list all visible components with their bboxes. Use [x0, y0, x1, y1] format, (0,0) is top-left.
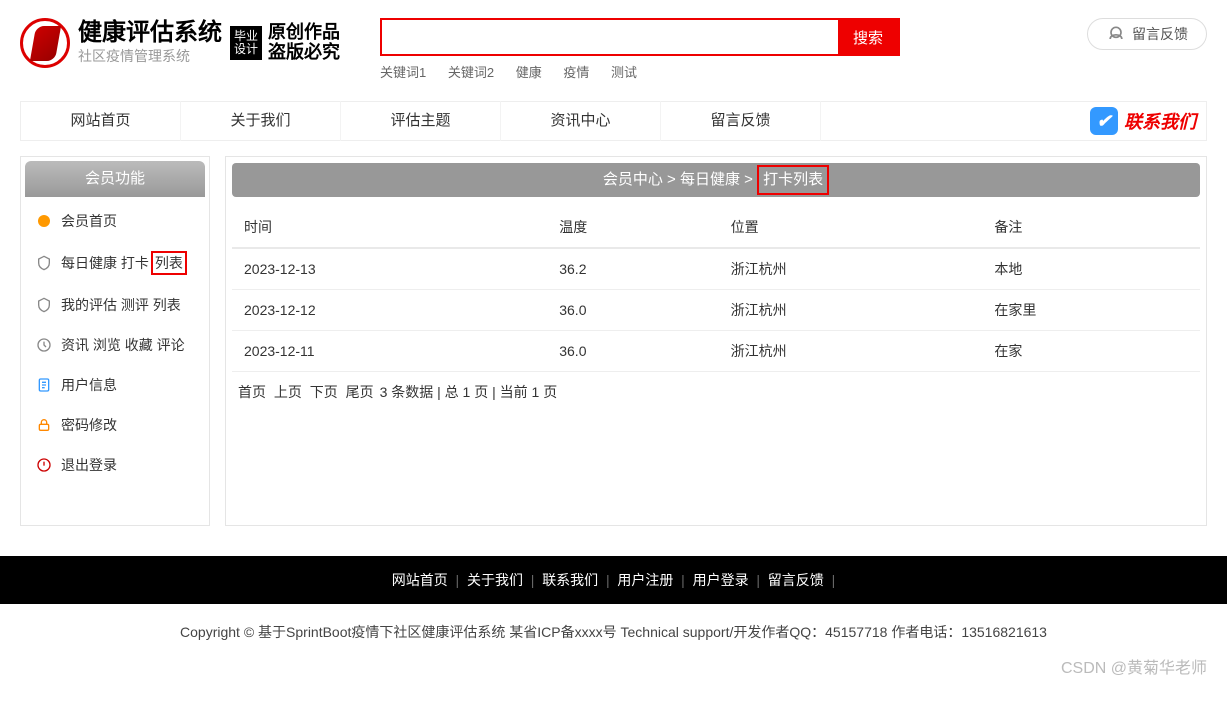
sidebar-item-news[interactable]: 资讯 浏览 收藏 评论	[21, 325, 209, 365]
pager-prev[interactable]: 上页	[274, 384, 302, 400]
logo-icon	[20, 18, 70, 68]
table-cell: 2023-12-11	[232, 331, 547, 372]
breadcrumb-current: 打卡列表	[757, 165, 829, 195]
watermark: CSDN @黄菊华老师	[0, 654, 1227, 688]
col-location: 位置	[719, 207, 983, 248]
main-nav: 网站首页 关于我们 评估主题 资讯中心 留言反馈 ✔ 联系我们	[20, 101, 1207, 141]
footer-nav: 网站首页 | 关于我们 | 联系我们 | 用户注册 | 用户登录 | 留言反馈 …	[0, 556, 1227, 604]
feedback-button[interactable]: 留言反馈	[1087, 18, 1207, 50]
power-icon	[35, 456, 53, 474]
footer-link[interactable]: 联系我们	[542, 572, 598, 588]
nav-about[interactable]: 关于我们	[181, 101, 341, 141]
search-button[interactable]: 搜索	[838, 20, 898, 54]
nav-news[interactable]: 资讯中心	[501, 101, 661, 141]
home-icon	[35, 212, 53, 230]
breadcrumb-part[interactable]: 会员中心	[603, 171, 663, 188]
footer-link[interactable]: 用户登录	[693, 572, 749, 588]
copyright: Copyright © 基于SprintBoot疫情下社区健康评估系统 某省IC…	[0, 604, 1227, 654]
sidebar-item-label: 我的评估 测评 列表	[61, 295, 181, 315]
footer-link[interactable]: 用户注册	[617, 572, 673, 588]
table-row: 2023-12-1236.0浙江杭州在家里	[232, 290, 1200, 331]
col-time: 时间	[232, 207, 547, 248]
table-cell: 本地	[982, 248, 1200, 290]
member-sidebar: 会员功能 会员首页 每日健康 打卡 列表 我的评估 测评 列表 资讯 浏览 收藏…	[20, 156, 210, 526]
pager-next[interactable]: 下页	[310, 384, 338, 400]
sidebar-item-daily-health[interactable]: 每日健康 打卡 列表	[21, 241, 209, 285]
keyword-link[interactable]: 关键词2	[448, 65, 494, 80]
document-icon	[35, 376, 53, 394]
search-bar: 搜索	[380, 18, 900, 56]
footer-link[interactable]: 留言反馈	[768, 572, 824, 588]
sidebar-item-label: 密码修改	[61, 415, 117, 435]
keyword-link[interactable]: 关键词1	[380, 65, 426, 80]
slogan-2: 盗版必究	[268, 43, 340, 63]
table-cell: 36.0	[547, 331, 718, 372]
search-input[interactable]	[382, 20, 838, 54]
contact-us-label: 联系我们	[1124, 108, 1196, 134]
contact-us-link[interactable]: ✔ 联系我们	[1090, 107, 1196, 135]
logo-block: 健康评估系统 社区疫情管理系统 毕业设计 原创作品 盗版必究	[20, 18, 380, 68]
graduation-badge: 毕业设计	[230, 26, 262, 60]
col-temp: 温度	[547, 207, 718, 248]
sidebar-item-logout[interactable]: 退出登录	[21, 445, 209, 485]
pager-first[interactable]: 首页	[238, 384, 266, 400]
col-note: 备注	[982, 207, 1200, 248]
breadcrumb-part[interactable]: 每日健康	[680, 171, 740, 188]
pager-last[interactable]: 尾页	[346, 384, 374, 400]
table-cell: 在家	[982, 331, 1200, 372]
nav-feedback[interactable]: 留言反馈	[661, 101, 821, 141]
shield-icon	[35, 296, 53, 314]
table-cell: 浙江杭州	[719, 248, 983, 290]
slogan-1: 原创作品	[268, 23, 340, 43]
search-keywords: 关键词1 关键词2 健康 疫情 测试	[380, 62, 900, 81]
keyword-link[interactable]: 健康	[516, 65, 542, 80]
nav-home[interactable]: 网站首页	[21, 101, 181, 141]
pager-info: 3 条数据 | 总 1 页 | 当前 1 页	[380, 384, 558, 400]
breadcrumb-sep: >	[744, 171, 753, 188]
sidebar-item-label: 每日健康 打卡	[61, 253, 149, 273]
keyword-link[interactable]: 测试	[611, 65, 637, 80]
pagination: 首页 上页 下页 尾页 3 条数据 | 总 1 页 | 当前 1 页	[232, 372, 1200, 412]
clock-icon	[35, 336, 53, 354]
table-row: 2023-12-1336.2浙江杭州本地	[232, 248, 1200, 290]
sidebar-item-my-eval[interactable]: 我的评估 测评 列表	[21, 285, 209, 325]
table-cell: 在家里	[982, 290, 1200, 331]
sidebar-title: 会员功能	[25, 161, 205, 197]
shield-icon	[35, 254, 53, 272]
table-cell: 2023-12-13	[232, 248, 547, 290]
table-cell: 浙江杭州	[719, 331, 983, 372]
lock-icon	[35, 416, 53, 434]
table-row: 2023-12-1136.0浙江杭州在家	[232, 331, 1200, 372]
content-panel: 会员中心 > 每日健康 > 打卡列表 时间 温度 位置 备注 2023-12-1…	[225, 156, 1207, 526]
headset-icon	[1106, 24, 1126, 44]
breadcrumb: 会员中心 > 每日健康 > 打卡列表	[232, 163, 1200, 197]
table-cell: 36.2	[547, 248, 718, 290]
nav-topic[interactable]: 评估主题	[341, 101, 501, 141]
sidebar-item-password[interactable]: 密码修改	[21, 405, 209, 445]
sidebar-item-label: 用户信息	[61, 375, 117, 395]
table-cell: 2023-12-12	[232, 290, 547, 331]
checkin-table: 时间 温度 位置 备注 2023-12-1336.2浙江杭州本地2023-12-…	[232, 207, 1200, 372]
site-subtitle: 社区疫情管理系统	[78, 46, 222, 66]
site-title: 健康评估系统	[78, 20, 222, 46]
table-cell: 36.0	[547, 290, 718, 331]
check-icon: ✔	[1090, 107, 1118, 135]
table-cell: 浙江杭州	[719, 290, 983, 331]
sidebar-item-home[interactable]: 会员首页	[21, 201, 209, 241]
breadcrumb-sep: >	[667, 171, 676, 188]
feedback-label: 留言反馈	[1132, 24, 1188, 44]
sidebar-highlight: 列表	[151, 251, 187, 275]
sidebar-item-userinfo[interactable]: 用户信息	[21, 365, 209, 405]
footer-link[interactable]: 关于我们	[467, 572, 523, 588]
keyword-link[interactable]: 疫情	[563, 65, 589, 80]
sidebar-item-label: 会员首页	[61, 211, 117, 231]
sidebar-item-label: 资讯 浏览 收藏 评论	[61, 335, 185, 355]
footer-link[interactable]: 网站首页	[392, 572, 448, 588]
sidebar-item-label: 退出登录	[61, 455, 117, 475]
